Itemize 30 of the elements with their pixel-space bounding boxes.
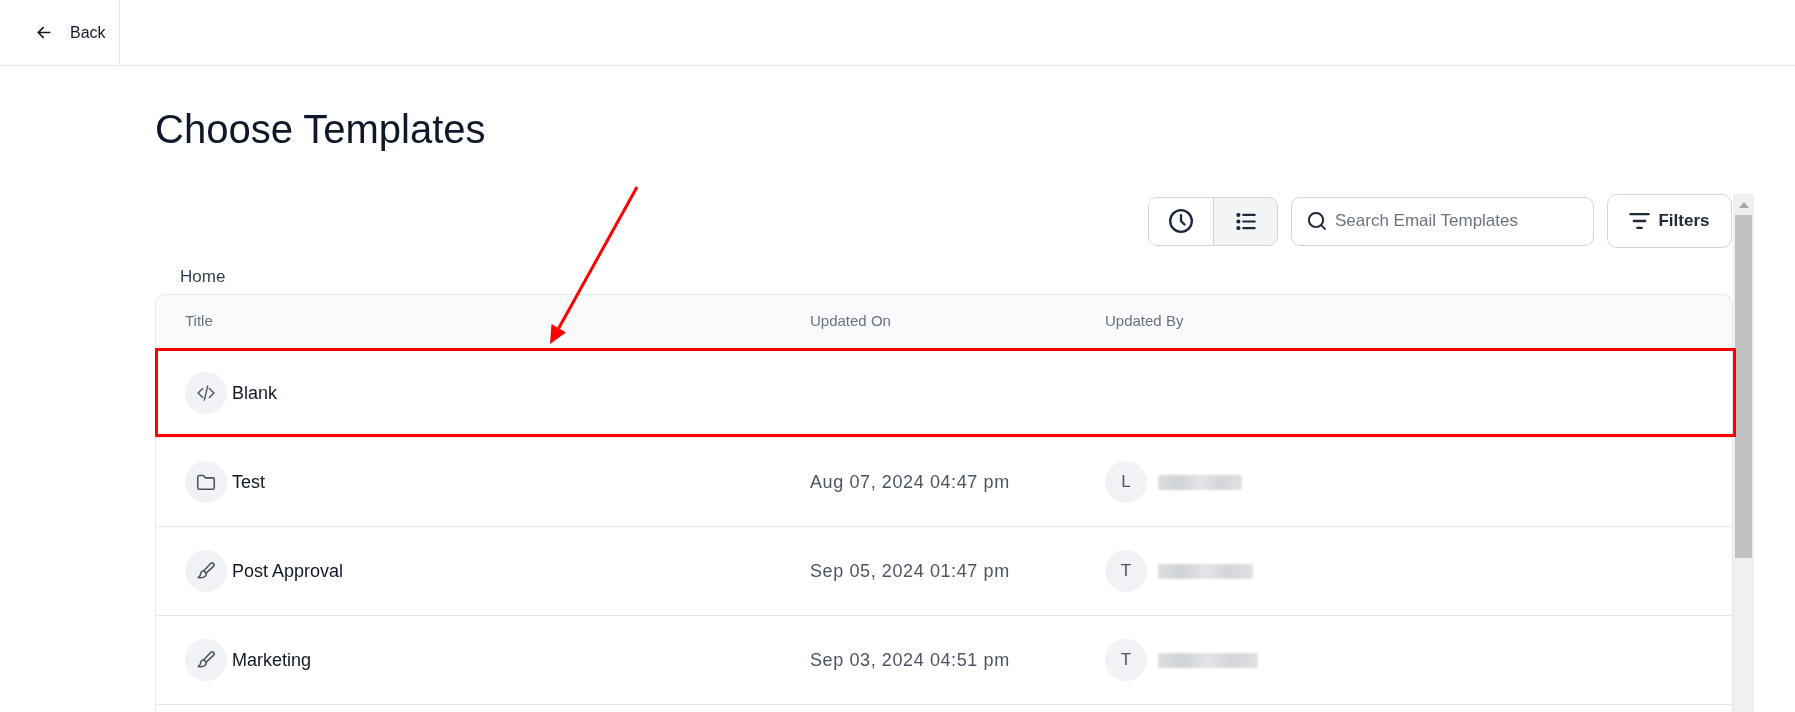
search-icon <box>1308 211 1326 230</box>
paintbrush-icon <box>185 550 227 592</box>
user-avatar: L <box>1105 461 1147 503</box>
column-header: Updated By <box>1105 311 1184 332</box>
code-icon <box>185 372 227 414</box>
scrollbar-thumb[interactable] <box>1735 215 1752 558</box>
paintbrush-icon <box>185 639 227 681</box>
user-avatar: T <box>1105 550 1147 592</box>
user-avatar: T <box>1105 639 1147 681</box>
scrollbar[interactable] <box>1733 194 1754 712</box>
list-icon <box>1234 212 1257 230</box>
filters-button[interactable]: Filters <box>1607 194 1732 248</box>
filter-icon <box>1629 213 1651 229</box>
clock-icon <box>1169 209 1193 233</box>
breadcrumb-link[interactable]: Home <box>180 265 226 289</box>
template-title[interactable]: Blank <box>232 379 278 407</box>
folder-icon <box>185 461 227 503</box>
view-toggle-button[interactable] <box>1213 197 1277 245</box>
scroll-up-arrow-icon[interactable] <box>1738 202 1749 208</box>
search-field[interactable]: Search Email Templates <box>1291 196 1594 246</box>
column-header: Updated On <box>810 311 891 332</box>
page-title: Choose Templates <box>155 106 486 153</box>
updated-date: Sep 05, 2024 01:47 pm <box>810 560 1010 581</box>
template-title[interactable]: Post Approval <box>232 557 344 585</box>
updated-date: Sep 03, 2024 04:51 pm <box>810 649 1010 670</box>
template-title[interactable]: Marketing <box>232 646 312 674</box>
back-arrow-icon <box>37 26 51 39</box>
template-title[interactable]: Test <box>232 468 265 496</box>
column-header: Title <box>185 311 213 332</box>
updated-date: Aug 07, 2024 04:47 pm <box>810 471 1010 492</box>
